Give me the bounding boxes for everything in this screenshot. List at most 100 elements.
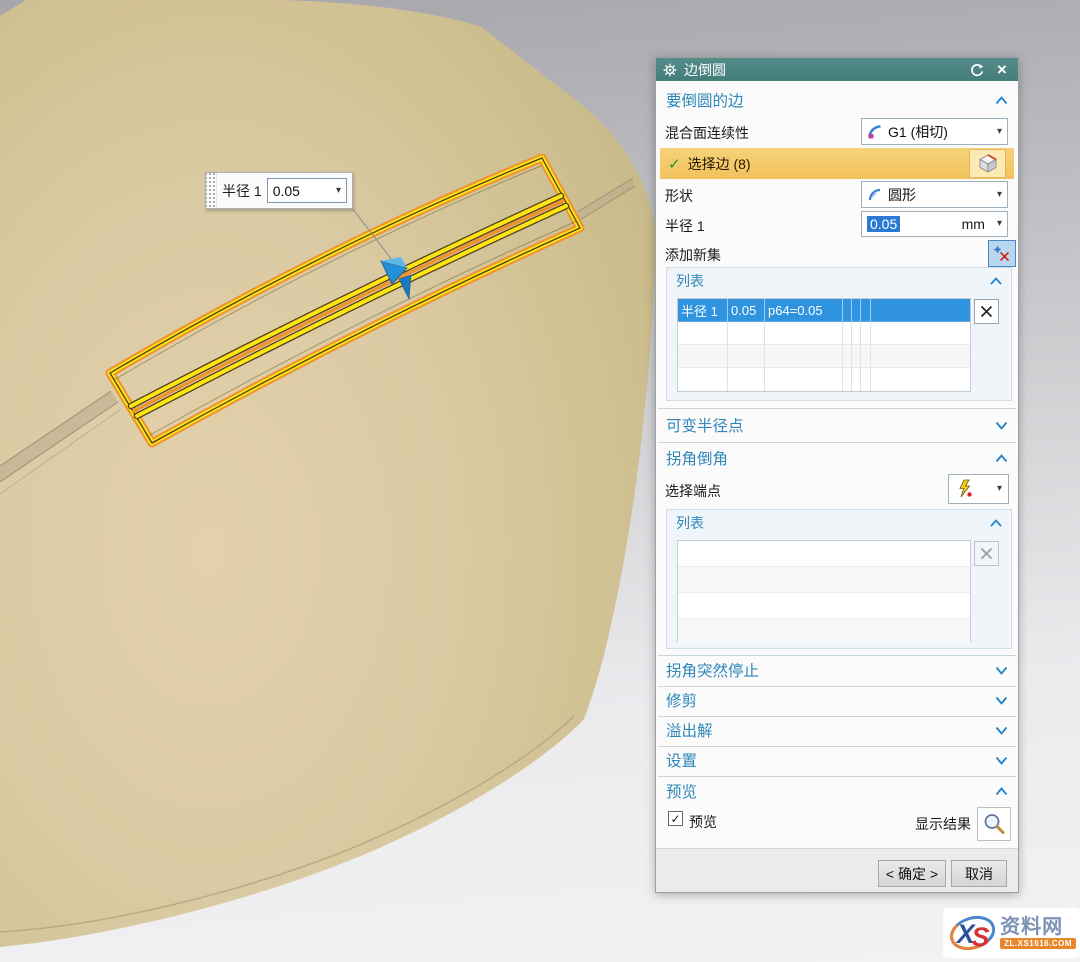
select-edge-label: 选择边 (8) bbox=[688, 154, 751, 174]
chevron-up-icon[interactable] bbox=[995, 787, 1008, 796]
table-row-empty bbox=[678, 567, 970, 593]
table-row-empty bbox=[678, 593, 970, 619]
magnifier-icon bbox=[982, 812, 1006, 836]
shape-dropdown[interactable]: 圆形 ▾ bbox=[861, 181, 1008, 208]
drag-handle-icon[interactable] bbox=[206, 173, 217, 208]
cell-radius-expression: p64=0.05 bbox=[765, 299, 843, 321]
chevron-down-icon[interactable] bbox=[995, 666, 1008, 675]
chevron-down-icon[interactable] bbox=[995, 756, 1008, 765]
continuity-value: G1 (相切) bbox=[888, 122, 948, 142]
section-overflow-title: 溢出解 bbox=[666, 719, 713, 741]
continuity-dropdown[interactable]: G1 (相切) ▾ bbox=[861, 118, 1008, 145]
close-button[interactable]: × bbox=[993, 61, 1011, 79]
list1-title: 列表 bbox=[676, 271, 704, 291]
section-settings[interactable]: 设置 bbox=[656, 747, 1018, 773]
shape-label: 形状 bbox=[665, 186, 693, 206]
check-icon: ✓ bbox=[668, 155, 681, 173]
add-new-set-icon bbox=[993, 245, 1011, 263]
section-trim[interactable]: 修剪 bbox=[656, 687, 1018, 713]
select-endpoint-button[interactable]: ▾ bbox=[948, 474, 1009, 504]
watermark-site-name: 资料网 bbox=[1000, 917, 1063, 937]
cube-icon bbox=[977, 153, 999, 174]
add-new-set-button[interactable] bbox=[988, 240, 1016, 267]
section-settings-title: 设置 bbox=[666, 749, 697, 771]
mini-radius-label: 半径 1 bbox=[222, 181, 262, 201]
select-edge-row[interactable]: ✓ 选择边 (8) bbox=[660, 148, 1014, 179]
continuity-label: 混合面连续性 bbox=[665, 123, 749, 143]
delete-x-icon bbox=[980, 305, 993, 318]
section-corner-stop-title: 拐角突然停止 bbox=[666, 659, 759, 681]
select-endpoint-label: 选择端点 bbox=[665, 481, 721, 501]
remove-list-item-button[interactable] bbox=[974, 299, 999, 324]
solid-body-filter-button[interactable] bbox=[969, 149, 1006, 178]
list2-header[interactable]: 列表 bbox=[667, 510, 1011, 536]
endpoint-list-table bbox=[677, 540, 971, 642]
radius1-value: 0.05 bbox=[867, 216, 900, 232]
chevron-up-icon[interactable] bbox=[995, 454, 1008, 463]
section-overflow[interactable]: 溢出解 bbox=[656, 717, 1018, 743]
onscreen-radius-toolbar[interactable]: 半径 1 0.05 ▾ bbox=[205, 172, 353, 209]
ok-button[interactable]: < 确定 > bbox=[878, 860, 946, 887]
lightning-bolt-icon bbox=[955, 479, 975, 499]
chevron-up-icon[interactable] bbox=[990, 519, 1002, 527]
chevron-down-icon[interactable] bbox=[995, 726, 1008, 735]
circular-shape-icon bbox=[867, 187, 883, 203]
chevron-up-icon[interactable] bbox=[995, 96, 1008, 105]
shape-value: 圆形 bbox=[888, 185, 916, 205]
watermark-site-url: ZL.XS1616.COM bbox=[1000, 938, 1076, 949]
disk-face[interactable] bbox=[0, 0, 656, 947]
section-corner-chamfer[interactable]: 拐角倒角 bbox=[656, 445, 1018, 471]
section-corner-chamfer-title: 拐角倒角 bbox=[666, 447, 728, 469]
preview-checkbox[interactable]: ✓ bbox=[668, 811, 683, 826]
reset-button[interactable] bbox=[968, 61, 986, 79]
nx-application-viewport: 半径 1 0.05 ▾ 边倒圆 × bbox=[0, 0, 1080, 962]
section-edges-to-blend[interactable]: 要倒圆的边 bbox=[656, 87, 1018, 113]
table-row-empty bbox=[678, 345, 970, 368]
preview-checkbox-label: 预览 bbox=[689, 812, 717, 832]
edge-blend-dialog: 边倒圆 × 要倒圆的边 混合面连续性 bbox=[655, 57, 1019, 893]
watermark-letter-s: S bbox=[972, 922, 990, 952]
table-row-empty bbox=[678, 619, 970, 644]
gear-icon bbox=[663, 63, 677, 77]
chevron-down-icon[interactable]: ▾ bbox=[336, 186, 341, 196]
dialog-title: 边倒圆 bbox=[684, 60, 961, 80]
dialog-body: 要倒圆的边 混合面连续性 G1 (相切) ▾ ✓ 选择边 (8) bbox=[656, 81, 1018, 892]
section-corner-stop[interactable]: 拐角突然停止 bbox=[656, 657, 1018, 683]
section-preview-title: 预览 bbox=[666, 780, 697, 802]
table-row-selected[interactable]: 半径 1 0.05 p64=0.05 bbox=[678, 299, 970, 322]
section-variable-radius[interactable]: 可变半径点 bbox=[656, 412, 1018, 438]
list2-title: 列表 bbox=[676, 513, 704, 533]
chevron-down-icon: ▾ bbox=[997, 127, 1002, 137]
radius1-input[interactable]: 0.05 mm ▾ bbox=[861, 211, 1008, 237]
separator bbox=[658, 655, 1016, 656]
table-row-empty bbox=[678, 368, 970, 391]
separator bbox=[658, 442, 1016, 443]
section-trim-title: 修剪 bbox=[666, 689, 697, 711]
add-new-set-label: 添加新集 bbox=[665, 245, 721, 265]
dialog-footer: < 确定 > 取消 bbox=[656, 848, 1018, 892]
chevron-down-icon[interactable] bbox=[995, 421, 1008, 430]
chevron-down-icon[interactable]: ▾ bbox=[997, 219, 1002, 229]
cell-radius-name: 半径 1 bbox=[678, 299, 728, 321]
watermark: X S 资料网 ZL.XS1616.COM bbox=[943, 908, 1080, 958]
show-result-button[interactable] bbox=[977, 807, 1011, 841]
radius-list-group: 列表 半径 1 0.05 p64=0.05 bbox=[666, 267, 1012, 401]
list1-header[interactable]: 列表 bbox=[667, 268, 1011, 294]
cancel-button[interactable]: 取消 bbox=[951, 860, 1007, 887]
reset-icon bbox=[970, 63, 984, 77]
dialog-titlebar[interactable]: 边倒圆 × bbox=[656, 58, 1018, 81]
table-row-empty bbox=[678, 541, 970, 567]
delete-x-icon bbox=[980, 547, 993, 560]
section-preview[interactable]: 预览 bbox=[656, 778, 1018, 804]
remove-list-item-button-disabled bbox=[974, 541, 999, 566]
chevron-down-icon[interactable] bbox=[995, 696, 1008, 705]
separator bbox=[658, 408, 1016, 409]
show-result-label: 显示结果 bbox=[915, 814, 971, 834]
chevron-down-icon: ▾ bbox=[997, 484, 1002, 494]
cell-radius-value: 0.05 bbox=[728, 299, 765, 321]
radius-list-table: 半径 1 0.05 p64=0.05 bbox=[677, 298, 971, 392]
chevron-up-icon[interactable] bbox=[990, 277, 1002, 285]
separator bbox=[658, 776, 1016, 777]
mini-radius-input[interactable]: 0.05 ▾ bbox=[267, 178, 347, 203]
g1-tangent-icon bbox=[867, 124, 883, 140]
